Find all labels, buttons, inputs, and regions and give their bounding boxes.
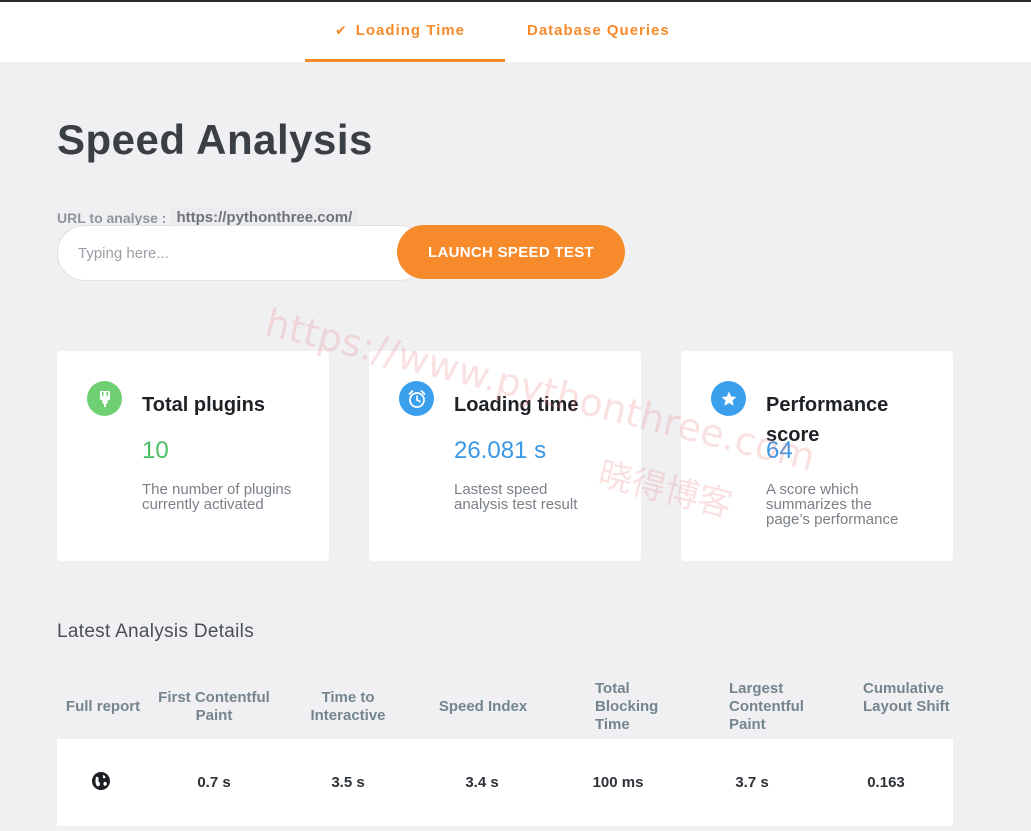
top-tab-bar: ✔ Loading Time Database Queries xyxy=(0,0,1031,62)
card-performance-score: Performance score 64 A score which summa… xyxy=(681,351,953,561)
table-cell: 3.7 s xyxy=(735,774,769,791)
table-cell: 0.7 s xyxy=(197,774,231,791)
url-input-wrapper xyxy=(57,225,427,281)
column-header: First Contentful Paint xyxy=(158,689,270,724)
card-total-plugins: Total plugins 10 The number of plugins c… xyxy=(57,351,329,561)
column-header: Full report xyxy=(65,698,141,715)
star-icon xyxy=(711,381,746,416)
card-title: Total plugins xyxy=(142,394,265,416)
card-value: 10 xyxy=(142,437,169,464)
column-header: Largest Contentful Paint xyxy=(729,680,804,733)
column-header: Cumulative Layout Shift xyxy=(863,680,950,715)
tab-database-queries[interactable]: Database Queries xyxy=(527,22,670,39)
tab-loading-time[interactable]: ✔ Loading Time xyxy=(335,22,465,39)
card-loading-time: Loading time 26.081 s Lastest speed anal… xyxy=(369,351,641,561)
url-input[interactable] xyxy=(58,226,426,280)
table-cell: 3.4 s xyxy=(465,774,499,791)
checkmark-icon: ✔ xyxy=(335,22,348,38)
card-description: A score which summarizes the page’s perf… xyxy=(766,481,899,528)
table-cell: 3.5 s xyxy=(331,774,365,791)
globe-icon[interactable] xyxy=(91,771,111,791)
clock-icon xyxy=(399,381,434,416)
tab-database-queries-label: Database Queries xyxy=(527,22,670,39)
tab-loading-time-label: Loading Time xyxy=(355,22,465,39)
column-header: Time to Interactive xyxy=(310,689,386,724)
plugin-icon xyxy=(87,381,122,416)
card-description: Lastest speed analysis test result xyxy=(454,481,578,513)
card-value: 64 xyxy=(766,437,793,464)
table-cell: 0.163 xyxy=(867,774,905,791)
column-header: Speed Index xyxy=(438,698,528,715)
card-title: Loading time xyxy=(454,394,579,416)
url-label: URL to analyse : xyxy=(57,209,167,226)
table-cell: 100 ms xyxy=(592,774,644,791)
page-title: Speed Analysis xyxy=(57,116,373,163)
active-tab-indicator xyxy=(305,59,505,62)
card-description: The number of plugins currently activate… xyxy=(142,481,292,513)
column-header: Total Blocking Time xyxy=(595,680,659,733)
section-title: Latest Analysis Details xyxy=(57,621,254,642)
launch-speed-test-button[interactable]: LAUNCH SPEED TEST xyxy=(397,225,625,279)
card-value: 26.081 s xyxy=(454,437,547,464)
